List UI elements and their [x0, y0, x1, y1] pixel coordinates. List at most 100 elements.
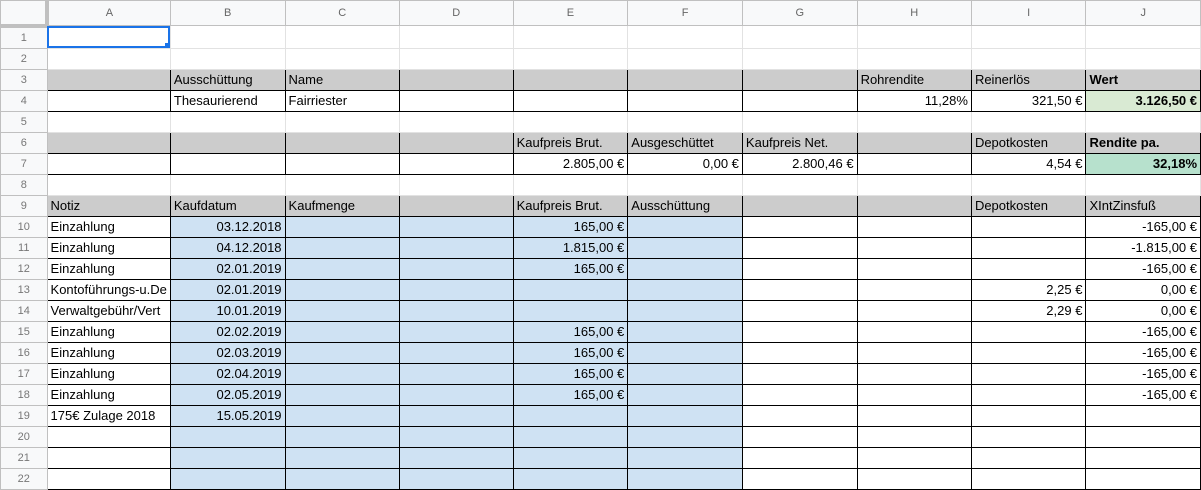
cell-D7[interactable] [398, 152, 514, 175]
cell-H16[interactable] [856, 341, 972, 364]
cell-J13[interactable]: 0,00 € [1085, 278, 1201, 301]
cell-A6[interactable] [46, 131, 171, 154]
cell-D4[interactable] [398, 89, 514, 112]
cell-J16[interactable]: -165,00 € [1085, 341, 1201, 364]
cell-A15[interactable]: Einzahlung [46, 320, 171, 343]
cell-A4[interactable] [46, 89, 171, 112]
cell-I19[interactable] [970, 404, 1087, 427]
cell-A5[interactable] [46, 110, 171, 133]
cell-H7[interactable] [856, 152, 972, 175]
cell-B9[interactable]: Kaufdatum [169, 194, 286, 217]
cell-D13[interactable] [398, 278, 514, 301]
cell-E4[interactable] [512, 89, 629, 112]
cell-C16[interactable] [284, 341, 400, 364]
cell-F12[interactable] [627, 257, 743, 280]
cell-A11[interactable]: Einzahlung [46, 236, 171, 259]
cell-H22[interactable] [856, 467, 972, 490]
cell-H14[interactable] [856, 299, 972, 322]
cell-F6[interactable]: Ausgeschüttet [627, 131, 743, 154]
cell-G11[interactable] [741, 236, 858, 259]
cell-E11[interactable]: 1.815,00 € [512, 236, 629, 259]
cell-B6[interactable] [169, 131, 286, 154]
cell-G9[interactable] [741, 194, 858, 217]
column-header-G[interactable]: G [741, 0, 858, 26]
row-header[interactable]: 9 [0, 194, 48, 217]
cell-A12[interactable]: Einzahlung [46, 257, 171, 280]
row-header[interactable]: 6 [0, 131, 48, 154]
cell-J9[interactable]: XIntZinsfuß [1085, 194, 1201, 217]
cell-F15[interactable] [627, 320, 743, 343]
cell-H2[interactable] [856, 47, 972, 70]
cell-D8[interactable] [398, 173, 514, 196]
cell-G7[interactable]: 2.800,46 € [741, 152, 858, 175]
row-header[interactable]: 7 [0, 152, 48, 175]
cell-A1[interactable] [46, 25, 171, 49]
cell-F9[interactable]: Ausschüttung [627, 194, 743, 217]
cell-J19[interactable] [1085, 404, 1201, 427]
cell-F7[interactable]: 0,00 € [627, 152, 743, 175]
cell-I20[interactable] [970, 425, 1087, 448]
row-header[interactable]: 13 [0, 278, 48, 301]
cell-J8[interactable] [1085, 173, 1201, 196]
row-header[interactable]: 1 [0, 25, 48, 49]
cell-F16[interactable] [627, 341, 743, 364]
cell-D9[interactable] [398, 194, 514, 217]
cell-F11[interactable] [627, 236, 743, 259]
cell-H9[interactable] [856, 194, 972, 217]
cell-J22[interactable] [1085, 467, 1201, 490]
cell-B22[interactable] [169, 467, 286, 490]
cell-J20[interactable] [1085, 425, 1201, 448]
cell-A14[interactable]: Verwaltgebühr/Vert [46, 299, 171, 322]
cell-D10[interactable] [398, 215, 514, 238]
cell-G19[interactable] [741, 404, 858, 427]
cell-J11[interactable]: -1.815,00 € [1085, 236, 1201, 259]
cell-F10[interactable] [627, 215, 743, 238]
cell-J21[interactable] [1085, 446, 1201, 469]
cell-B15[interactable]: 02.02.2019 [169, 320, 286, 343]
cell-B8[interactable] [169, 173, 286, 196]
cell-J7[interactable]: 32,18% [1085, 152, 1201, 175]
cell-A18[interactable]: Einzahlung [46, 383, 171, 406]
column-header-D[interactable]: D [398, 0, 514, 26]
cell-B5[interactable] [169, 110, 286, 133]
cell-F1[interactable] [627, 25, 743, 49]
cell-I10[interactable] [970, 215, 1087, 238]
row-header[interactable]: 15 [0, 320, 48, 343]
row-header[interactable]: 22 [0, 467, 48, 490]
cell-I16[interactable] [970, 341, 1087, 364]
cell-A8[interactable] [46, 173, 171, 196]
cell-G8[interactable] [741, 173, 858, 196]
cell-H20[interactable] [856, 425, 972, 448]
cell-C15[interactable] [284, 320, 400, 343]
cell-F4[interactable] [627, 89, 743, 112]
cell-I4[interactable]: 321,50 € [970, 89, 1087, 112]
cell-F14[interactable] [627, 299, 743, 322]
cell-E14[interactable] [512, 299, 629, 322]
cell-D20[interactable] [398, 425, 514, 448]
cell-J15[interactable]: -165,00 € [1085, 320, 1201, 343]
cell-G5[interactable] [741, 110, 858, 133]
cell-C6[interactable] [284, 131, 400, 154]
cell-G18[interactable] [741, 383, 858, 406]
cell-I13[interactable]: 2,25 € [970, 278, 1087, 301]
cell-A17[interactable]: Einzahlung [46, 362, 171, 385]
cell-I17[interactable] [970, 362, 1087, 385]
cell-C14[interactable] [284, 299, 400, 322]
cell-C20[interactable] [284, 425, 400, 448]
cell-F19[interactable] [627, 404, 743, 427]
cell-F18[interactable] [627, 383, 743, 406]
cell-E22[interactable] [512, 467, 629, 490]
cell-C10[interactable] [284, 215, 400, 238]
column-header-H[interactable]: H [856, 0, 972, 26]
cell-F20[interactable] [627, 425, 743, 448]
row-header[interactable]: 17 [0, 362, 48, 385]
cell-H12[interactable] [856, 257, 972, 280]
cell-B19[interactable]: 15.05.2019 [169, 404, 286, 427]
cell-F8[interactable] [627, 173, 743, 196]
cell-H17[interactable] [856, 362, 972, 385]
cell-D16[interactable] [398, 341, 514, 364]
row-header[interactable]: 3 [0, 68, 48, 91]
cell-C13[interactable] [284, 278, 400, 301]
cell-J3[interactable]: Wert [1085, 68, 1201, 91]
cell-A16[interactable]: Einzahlung [46, 341, 171, 364]
